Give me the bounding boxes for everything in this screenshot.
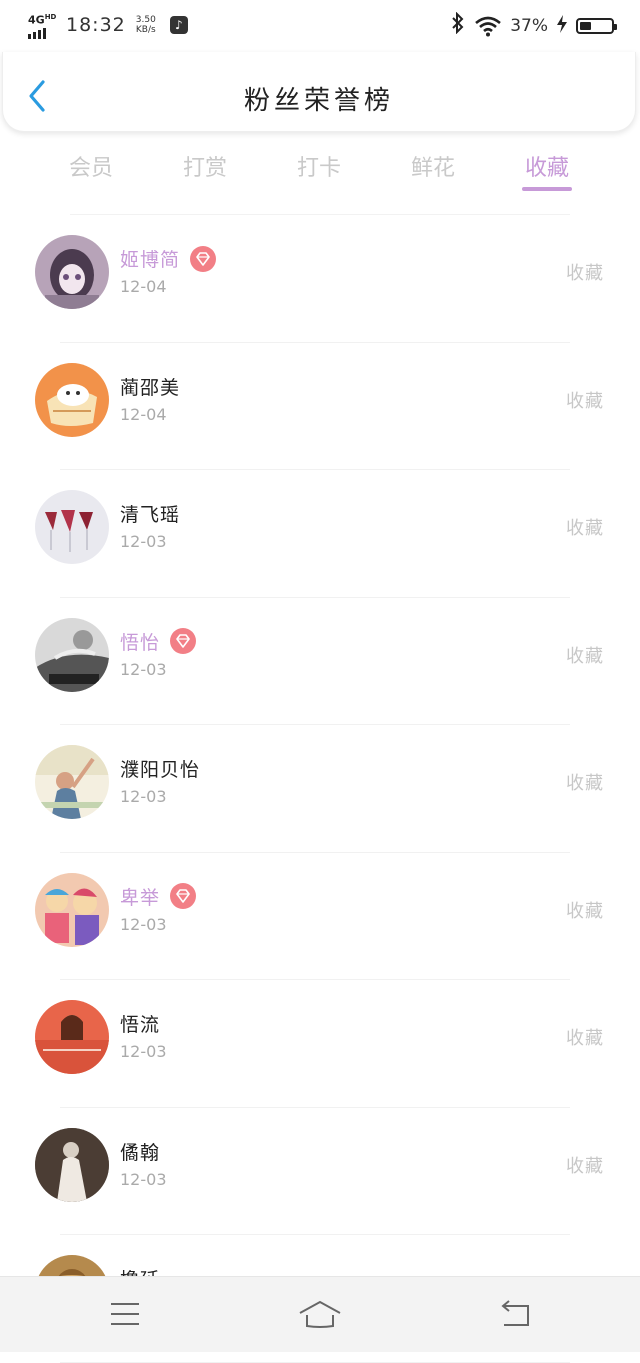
charging-icon bbox=[556, 14, 568, 37]
return-button[interactable] bbox=[485, 1291, 545, 1337]
tab-0[interactable]: 会员 bbox=[34, 140, 148, 200]
menu-icon bbox=[111, 1303, 139, 1325]
fan-name: 清飞瑶 bbox=[120, 504, 181, 526]
clock: 18:32 bbox=[66, 14, 126, 37]
list-item[interactable]: 姬博简 12-04 收藏 bbox=[0, 215, 640, 343]
row-divider bbox=[60, 1361, 570, 1363]
network-speed: 3.50 KB/s bbox=[136, 15, 156, 35]
tab-label: 会员 bbox=[68, 156, 113, 181]
tab-3[interactable]: 鲜花 bbox=[376, 140, 490, 200]
fan-name-wrap: 卑举 bbox=[120, 883, 197, 910]
battery-percent: 37% bbox=[510, 15, 548, 36]
bluetooth-icon bbox=[450, 11, 466, 39]
avatar[interactable] bbox=[35, 1000, 109, 1074]
favorite-action[interactable]: 收藏 bbox=[566, 514, 604, 540]
network-hd: HD bbox=[44, 13, 57, 21]
fan-date: 12-03 bbox=[120, 914, 167, 934]
tab-label: 打卡 bbox=[296, 156, 341, 181]
fan-name: 姬博简 bbox=[120, 249, 181, 271]
app-header: 粉丝荣誉榜 bbox=[2, 52, 636, 132]
tab-active-indicator bbox=[522, 187, 572, 191]
diamond-icon bbox=[170, 628, 197, 654]
tab-bar: 会员 打赏 打卡 鲜花 收藏 bbox=[0, 140, 640, 200]
fan-name-wrap: 姬博简 bbox=[120, 245, 217, 272]
fan-name-wrap: 悟怡 bbox=[120, 628, 197, 655]
fan-date: 12-03 bbox=[120, 787, 167, 806]
avatar[interactable] bbox=[35, 617, 109, 692]
tab-4[interactable]: 收藏 bbox=[490, 140, 604, 200]
tab-label: 鲜花 bbox=[410, 156, 455, 181]
favorite-action[interactable]: 收藏 bbox=[566, 769, 604, 795]
favorite-action[interactable]: 收藏 bbox=[566, 259, 604, 285]
fan-name: 悟流 bbox=[120, 1014, 161, 1036]
menu-button[interactable] bbox=[95, 1291, 155, 1337]
avatar[interactable] bbox=[35, 362, 109, 437]
fan-date: 12-04 bbox=[120, 404, 167, 424]
fan-name-wrap: 僪翰 bbox=[120, 1138, 160, 1165]
wifi-icon bbox=[474, 15, 502, 37]
speed-unit: KB/s bbox=[135, 25, 156, 36]
return-icon bbox=[501, 1300, 529, 1326]
system-nav-bar bbox=[0, 1276, 640, 1352]
avatar[interactable] bbox=[35, 235, 109, 309]
fan-name-wrap: 清飞瑶 bbox=[120, 500, 180, 527]
list-item[interactable]: 悟怡 12-03 收藏 bbox=[0, 598, 640, 725]
fan-date: 12-04 bbox=[120, 277, 167, 296]
list-item[interactable]: 清飞瑶 12-03 收藏 bbox=[0, 470, 640, 598]
list-item[interactable]: 悟流 12-03 收藏 bbox=[0, 980, 640, 1108]
fan-name-wrap: 悟流 bbox=[120, 1010, 160, 1037]
battery-icon bbox=[576, 17, 617, 34]
tiktok-icon: ♪ bbox=[169, 16, 188, 35]
avatar[interactable] bbox=[35, 490, 109, 564]
diamond-icon bbox=[190, 245, 217, 272]
avatar[interactable] bbox=[35, 745, 109, 819]
status-bar: 4GHD 18:32 3.50 KB/s ♪ 37% bbox=[0, 0, 640, 50]
fan-name: 悟怡 bbox=[120, 631, 161, 654]
favorite-action[interactable]: 收藏 bbox=[566, 897, 604, 923]
signal-indicator: 4GHD bbox=[28, 12, 60, 39]
tab-2[interactable]: 打卡 bbox=[262, 140, 376, 200]
home-icon bbox=[299, 1300, 341, 1328]
fan-name: 僪翰 bbox=[120, 1141, 161, 1164]
fan-name-wrap: 蔺邵美 bbox=[120, 373, 180, 400]
tab-label: 打赏 bbox=[182, 156, 227, 181]
signal-icon bbox=[28, 27, 60, 39]
avatar[interactable] bbox=[35, 872, 109, 947]
fan-date: 12-03 bbox=[120, 1042, 167, 1061]
tab-1[interactable]: 打赏 bbox=[148, 140, 262, 200]
fan-list: 姬博简 12-04 收藏 蔺邵美 12-04 收藏 清飞瑶 12-03 收藏 悟怡 12-03 收藏濮… bbox=[0, 215, 640, 1363]
speed-value: 3.50 bbox=[135, 15, 156, 26]
tab-label: 收藏 bbox=[524, 156, 569, 181]
favorite-action[interactable]: 收藏 bbox=[566, 387, 604, 413]
fan-name: 蔺邵美 bbox=[120, 376, 181, 399]
avatar[interactable] bbox=[35, 1127, 109, 1202]
favorite-action[interactable]: 收藏 bbox=[566, 642, 604, 668]
fan-date: 12-03 bbox=[120, 532, 167, 551]
home-button[interactable] bbox=[290, 1291, 350, 1337]
list-item[interactable]: 卑举 12-03 收藏 bbox=[0, 853, 640, 980]
list-item[interactable]: 蔺邵美 12-04 收藏 bbox=[0, 343, 640, 470]
list-item[interactable]: 僪翰 12-03 收藏 bbox=[0, 1108, 640, 1235]
fan-name: 濮阳贝怡 bbox=[120, 759, 201, 781]
fan-name: 卑举 bbox=[120, 886, 161, 909]
diamond-icon bbox=[170, 883, 197, 909]
fan-date: 12-03 bbox=[120, 1169, 167, 1189]
network-type: 4G bbox=[28, 13, 45, 27]
page-title: 粉丝荣誉榜 bbox=[243, 86, 394, 116]
fan-date: 12-03 bbox=[120, 659, 167, 679]
list-item[interactable]: 濮阳贝怡 12-03 收藏 bbox=[0, 725, 640, 853]
fan-name-wrap: 濮阳贝怡 bbox=[120, 755, 200, 782]
favorite-action[interactable]: 收藏 bbox=[566, 1024, 604, 1050]
favorite-action[interactable]: 收藏 bbox=[566, 1152, 604, 1178]
